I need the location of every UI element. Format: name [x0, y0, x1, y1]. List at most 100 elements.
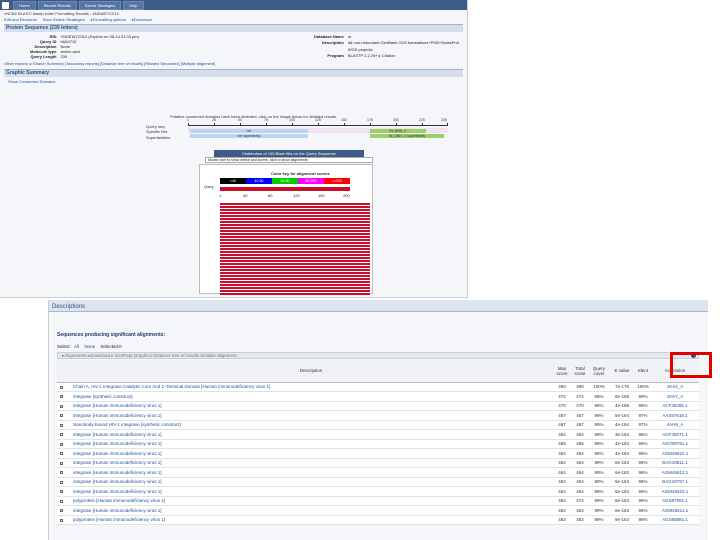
superfamily-in-dbd-c[interactable]: IN_DBD_C superfamily: [370, 134, 444, 138]
accession-cell[interactable]: AGO08791.1: [651, 439, 699, 449]
hit-line[interactable]: [220, 215, 370, 217]
hit-line[interactable]: [220, 281, 370, 283]
row-checkbox[interactable]: [60, 518, 63, 522]
hit-line[interactable]: [220, 233, 370, 235]
nav-help[interactable]: Help: [123, 0, 144, 10]
superfamily-rve[interactable]: rve superfamily: [190, 134, 308, 138]
alignment-actions[interactable]: ▸Alignments ▸Download ▸ GenPept Graphics…: [62, 353, 237, 358]
hit-line[interactable]: [220, 242, 370, 244]
description-cell[interactable]: integrase [Human immunodeficiency virus …: [69, 458, 553, 468]
accession-cell[interactable]: BAG18797.1: [651, 477, 699, 487]
hit-line[interactable]: [220, 212, 370, 214]
graphic-summary-heading[interactable]: Graphic Summary: [4, 69, 463, 77]
hit-line[interactable]: [220, 272, 370, 274]
description-cell[interactable]: Nanobody-bound HIV-1 integrase [syntheti…: [69, 420, 553, 430]
col-header-query-cover[interactable]: Query cover: [589, 360, 609, 383]
row-checkbox[interactable]: [60, 404, 63, 408]
row-checkbox[interactable]: [60, 433, 63, 437]
hit-line[interactable]: [220, 251, 370, 253]
col-header-description[interactable]: Description: [69, 360, 553, 383]
col-header-max-score[interactable]: Max score: [553, 360, 571, 383]
hit-line[interactable]: [220, 266, 370, 268]
hit-line[interactable]: [220, 239, 370, 241]
description-cell[interactable]: Chain A, Hiv-1 Integrase Catalytic Core …: [69, 382, 553, 392]
row-checkbox[interactable]: [60, 452, 63, 456]
select-all-link[interactable]: All: [74, 344, 79, 349]
row-checkbox[interactable]: [60, 442, 63, 446]
hit-line[interactable]: [220, 218, 370, 220]
descriptions-heading[interactable]: Descriptions: [49, 300, 708, 312]
other-reports[interactable]: Other reports: ▸ Search Summary [Taxonom…: [0, 59, 467, 68]
nav-home[interactable]: Home: [13, 0, 36, 10]
accession-cell[interactable]: BAG18811.1: [651, 458, 699, 468]
col-header-total-score[interactable]: Total score: [571, 360, 589, 383]
hit-lines[interactable]: [220, 203, 370, 296]
hit-line[interactable]: [220, 230, 370, 232]
row-checkbox[interactable]: [60, 490, 63, 494]
description-cell[interactable]: integrase [Human immunodeficiency virus …: [69, 448, 553, 459]
hit-line[interactable]: [220, 284, 370, 286]
select-none-link[interactable]: None: [84, 344, 95, 349]
accession-cell[interactable]: ACF35406.1: [651, 401, 699, 411]
accession-cell[interactable]: AGS68881.1: [651, 515, 699, 525]
hit-line[interactable]: [220, 248, 370, 250]
description-cell[interactable]: integrase [Human immunodeficiency virus …: [69, 467, 553, 478]
hit-line[interactable]: [220, 275, 370, 277]
description-cell[interactable]: integrase [Human immunodeficiency virus …: [69, 486, 553, 497]
edit-resubmit-link[interactable]: Edit and Resubmit: [4, 17, 37, 22]
hit-line[interactable]: [220, 257, 370, 259]
row-checkbox[interactable]: [60, 395, 63, 399]
download-link[interactable]: ▸Download: [132, 17, 152, 22]
hit-line[interactable]: [220, 293, 370, 295]
hit-line[interactable]: [220, 278, 370, 280]
accession-cell[interactable]: AAS57619.1: [651, 410, 699, 421]
description-cell[interactable]: integrase [Human immunodeficiency virus …: [69, 429, 553, 440]
hit-line[interactable]: [220, 287, 370, 289]
row-checkbox[interactable]: [60, 461, 63, 465]
row-checkbox[interactable]: [60, 414, 63, 418]
description-cell[interactable]: integrase [Human immunodeficiency virus …: [69, 410, 553, 421]
hit-line[interactable]: [220, 254, 370, 256]
accession-cell[interactable]: AGM46611.1: [651, 505, 699, 516]
hit-line[interactable]: [220, 263, 370, 265]
accession-cell[interactable]: AGM46812.1: [651, 467, 699, 478]
nav-saved-strategies[interactable]: Saved Strategies: [78, 0, 122, 10]
hit-line[interactable]: [220, 245, 370, 247]
accession-cell[interactable]: AGM46822.1: [651, 448, 699, 459]
hit-distribution-graphic[interactable]: Color key for alignment scores <40 40-50…: [199, 164, 373, 296]
hit-line[interactable]: [220, 224, 370, 226]
formatting-options-link[interactable]: ▸Formatting options: [91, 17, 126, 22]
accession-cell[interactable]: 4AH9_A: [651, 420, 699, 430]
description-cell[interactable]: integrase [Human immunodeficiency virus …: [69, 505, 553, 516]
row-checkbox[interactable]: [60, 471, 63, 475]
accession-cell[interactable]: AGF45071.1: [651, 429, 699, 440]
row-checkbox[interactable]: [60, 499, 63, 503]
nav-recent-results[interactable]: Recent Results: [37, 0, 77, 10]
hit-line[interactable]: [220, 236, 370, 238]
meta-value[interactable]: BLASTP 2.2.29+ ▸ Citation: [348, 53, 459, 59]
hit-line[interactable]: [220, 221, 370, 223]
show-conserved-domains-link[interactable]: Show Conserved Domains: [8, 79, 459, 84]
col-header-ident[interactable]: Ident: [635, 360, 651, 383]
save-strategies-link[interactable]: Save Search Strategies: [43, 17, 85, 22]
hit-line[interactable]: [220, 269, 370, 271]
accession-cell[interactable]: AGM46823.1: [651, 486, 699, 497]
description-cell[interactable]: polyprotein [Human immunodeficiency viru…: [69, 496, 553, 506]
hit-line[interactable]: [220, 290, 370, 292]
row-checkbox[interactable]: [60, 385, 63, 389]
specific-hit-rve[interactable]: rve: [190, 129, 308, 133]
specific-hit-in-dbd-c[interactable]: IN_DBD_C: [370, 129, 426, 133]
accession-cell[interactable]: 1K6Y_A: [651, 391, 699, 402]
hit-line[interactable]: [220, 227, 370, 229]
description-cell[interactable]: integrase [synthetic construct]: [69, 391, 553, 402]
description-cell[interactable]: integrase [Human immunodeficiency virus …: [69, 401, 553, 411]
col-header-e-value[interactable]: E value: [609, 360, 635, 383]
hit-line[interactable]: [220, 209, 370, 211]
description-cell[interactable]: polyprotein [Human immunodeficiency viru…: [69, 515, 553, 525]
accession-cell[interactable]: 1EX4_A: [651, 382, 699, 392]
accession-cell[interactable]: AGS57051.1: [651, 496, 699, 506]
hit-line[interactable]: [220, 203, 370, 205]
row-checkbox[interactable]: [60, 509, 63, 513]
hit-line[interactable]: [220, 206, 370, 208]
description-cell[interactable]: integrase [Human immunodeficiency virus …: [69, 439, 553, 449]
